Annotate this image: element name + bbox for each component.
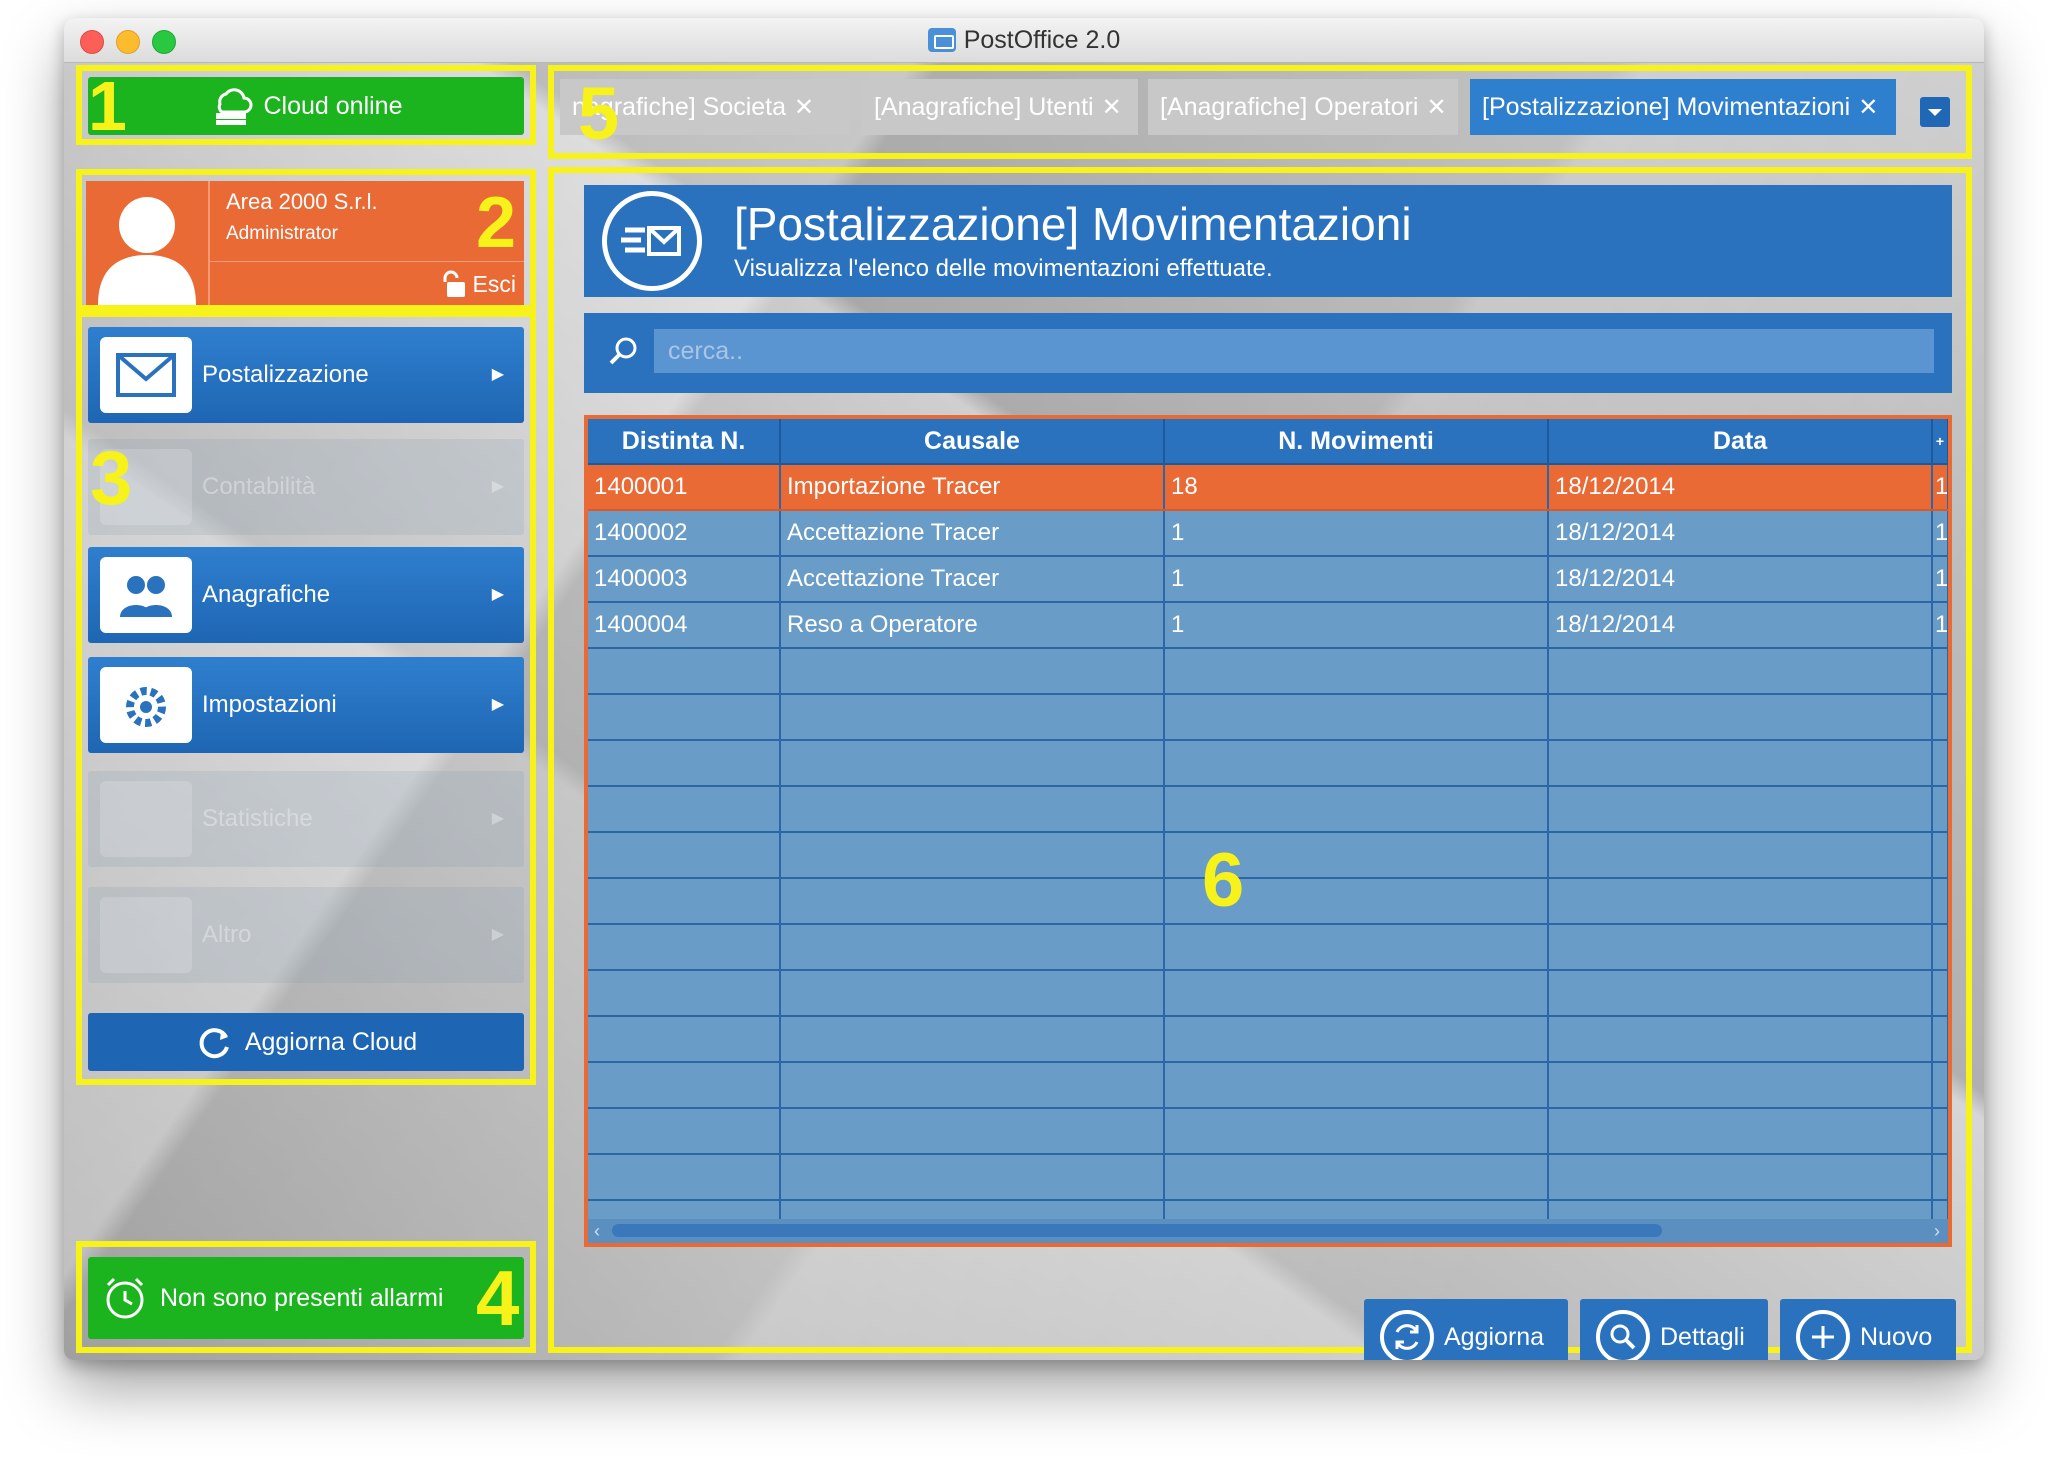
table-row[interactable]: 1400002 Accettazione Tracer 1 18/12/2014… — [588, 510, 1948, 557]
alarm-clock-icon — [106, 1277, 144, 1319]
unlock-icon — [443, 270, 465, 297]
column-chooser-icon[interactable]: + — [1932, 419, 1948, 465]
app-window: PostOffice 2.0 Cloud online 1 Area 2000 … — [64, 18, 1984, 1360]
search-input[interactable] — [654, 329, 1934, 373]
column-header-causale[interactable]: Causale — [780, 419, 1165, 465]
users-icon — [100, 557, 192, 633]
column-header-movimenti[interactable]: N. Movimenti — [1164, 419, 1549, 465]
annotation-4: 4 — [476, 1254, 520, 1342]
close-tab-icon[interactable]: ✕ — [1426, 93, 1446, 122]
close-tab-icon[interactable]: ✕ — [1858, 93, 1878, 122]
refresh-cloud-button[interactable]: Aggiorna Cloud — [88, 1013, 524, 1071]
details-button[interactable]: Dettagli — [1580, 1299, 1768, 1360]
window-title: PostOffice 2.0 — [64, 26, 1984, 55]
envelopes-icon — [100, 337, 192, 413]
empty-row — [588, 1016, 1948, 1063]
search-icon — [609, 337, 637, 365]
empty-row — [588, 832, 1948, 879]
empty-row — [588, 1154, 1948, 1201]
menu-item-impostazioni[interactable]: Impostazioni ▶ — [88, 657, 524, 753]
company-name: Area 2000 S.r.l. — [226, 189, 378, 214]
chevron-right-icon: ▶ — [491, 366, 504, 383]
menu-item-postalizzazione[interactable]: Postalizzazione ▶ — [88, 327, 524, 423]
empty-row — [588, 1108, 1948, 1155]
menu-item-anagrafiche[interactable]: Anagrafiche ▶ — [88, 547, 524, 643]
chevron-right-icon: ▶ — [491, 478, 504, 495]
tab-bar: nagrafiche] Societa ✕ [Anagrafiche] Utent… — [554, 73, 1966, 135]
movements-table: Distinta N. Causale N. Movimenti Data + … — [584, 415, 1952, 1247]
table-header-row: Distinta N. Causale N. Movimenti Data + — [588, 419, 1948, 465]
menu-item-statistiche[interactable]: Statistiche ▶ — [88, 771, 524, 867]
content-area: Cloud online 1 Area 2000 S.r.l. Administ… — [64, 63, 1984, 1360]
gear-icon — [100, 667, 192, 743]
annotation-6: 6 — [1202, 838, 1245, 923]
column-header-data[interactable]: Data — [1548, 419, 1933, 465]
empty-row — [588, 786, 1948, 833]
search-bar — [584, 313, 1952, 393]
avatar — [86, 181, 210, 305]
plus-icon — [1796, 1310, 1850, 1360]
column-header-distinta[interactable]: Distinta N. — [588, 419, 781, 465]
chevron-right-icon: ▶ — [491, 586, 504, 603]
page-subtitle: Visualizza l'elenco delle movimentazioni… — [734, 255, 1273, 282]
annotation-5: 5 — [578, 72, 620, 155]
empty-row — [588, 648, 1948, 695]
alarms-status-button[interactable]: Non sono presenti allarmi — [88, 1257, 524, 1339]
user-role: Administrator — [226, 223, 338, 244]
scrollbar-thumb[interactable] — [612, 1224, 1662, 1237]
table-row[interactable]: 1400004 Reso a Operatore 1 18/12/2014 1 — [588, 602, 1948, 649]
puzzle-icon — [100, 897, 192, 973]
tab-anagrafiche-utenti[interactable]: [Anagrafiche] Utenti ✕ — [862, 79, 1138, 135]
close-tab-icon[interactable]: ✕ — [1102, 93, 1122, 122]
scroll-right-icon[interactable]: › — [1934, 1219, 1940, 1243]
horizontal-scrollbar[interactable]: ‹ › — [588, 1219, 1948, 1243]
annotation-2: 2 — [476, 183, 517, 263]
page-header: [Postalizzazione] Movimentazioni Visuali… — [584, 185, 1952, 297]
menu-item-contabilita[interactable]: Contabilità ▶ — [88, 439, 524, 535]
app-icon — [927, 28, 956, 52]
cloud-status-button[interactable]: Cloud online — [88, 77, 524, 135]
refresh-icon — [199, 1028, 229, 1059]
user-panel: Area 2000 S.r.l. Administrator Esci — [86, 181, 524, 305]
refresh-icon — [1380, 1310, 1434, 1360]
empty-row — [588, 740, 1948, 787]
empty-row — [588, 878, 1948, 925]
menu-item-altro[interactable]: Altro ▶ — [88, 887, 524, 983]
close-tab-icon[interactable]: ✕ — [794, 93, 814, 122]
page-title: [Postalizzazione] Movimentazioni — [734, 198, 1412, 250]
bar-chart-icon — [100, 781, 192, 857]
chevron-right-icon: ▶ — [491, 696, 504, 713]
empty-row — [588, 694, 1948, 741]
chevron-right-icon: ▶ — [491, 810, 504, 827]
new-button[interactable]: Nuovo — [1780, 1299, 1956, 1360]
magnifier-icon — [1596, 1310, 1650, 1360]
empty-row — [588, 970, 1948, 1017]
empty-row — [588, 1062, 1948, 1109]
annotation-1: 1 — [88, 67, 127, 145]
table-row[interactable]: 1400003 Accettazione Tracer 1 18/12/2014… — [588, 556, 1948, 603]
logout-button[interactable]: Esci — [437, 269, 516, 299]
table-row[interactable]: 1400001 Importazione Tracer 18 18/12/201… — [588, 464, 1948, 511]
annotation-3: 3 — [90, 436, 133, 521]
tab-postalizzazione-movimentazioni[interactable]: [Postalizzazione] Movimentazioni ✕ — [1470, 79, 1896, 135]
mail-list-icon — [602, 191, 702, 291]
user-silhouette-icon — [98, 197, 196, 305]
scroll-left-icon[interactable]: ‹ — [594, 1219, 600, 1243]
cloud-server-icon — [215, 88, 252, 125]
chevron-right-icon: ▶ — [491, 926, 504, 943]
tab-anagrafiche-operatori[interactable]: [Anagrafiche] Operatori ✕ — [1148, 79, 1458, 135]
refresh-button[interactable]: Aggiorna — [1364, 1299, 1568, 1360]
title-bar[interactable]: PostOffice 2.0 — [64, 18, 1984, 63]
empty-row — [588, 924, 1948, 971]
tabs-dropdown-button[interactable] — [1920, 97, 1950, 127]
